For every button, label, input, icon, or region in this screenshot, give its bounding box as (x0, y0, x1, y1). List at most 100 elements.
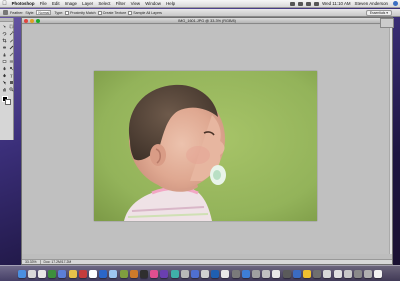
clone-stamp-icon (3, 52, 5, 56)
type-icon: T (10, 73, 13, 78)
history-brush-icon (9, 52, 13, 56)
collapsed-panel-dock[interactable] (380, 18, 394, 28)
tool-blur[interactable] (1, 65, 7, 71)
dock-app-icon[interactable] (272, 269, 281, 278)
style-select[interactable]: Normal (36, 10, 52, 15)
volume-icon[interactable] (305, 1, 311, 6)
background-color-swatch[interactable] (5, 99, 11, 105)
tool-crop[interactable] (1, 37, 7, 43)
zoom-level[interactable]: 33.33% (22, 260, 41, 264)
dock-app-icon[interactable] (231, 269, 240, 278)
feather-label: Feather: (10, 10, 24, 15)
dock-app-icon[interactable] (48, 269, 57, 278)
menu-filter[interactable]: Filter (113, 1, 128, 6)
bluetooth-icon[interactable] (289, 1, 295, 6)
dock-app-icon[interactable] (68, 269, 77, 278)
dock-app-icon[interactable] (302, 269, 311, 278)
menu-view[interactable]: View (128, 1, 143, 6)
dock-app-icon[interactable] (323, 269, 332, 278)
dock-app-icon[interactable] (170, 269, 179, 278)
dock-app-icon[interactable] (150, 269, 159, 278)
menu-user[interactable]: Steven Anderson (353, 1, 390, 6)
menu-select[interactable]: Select (96, 1, 113, 6)
tool-eraser[interactable] (1, 58, 7, 64)
menu-clock[interactable]: Wed 11:10 AM (320, 1, 352, 6)
tool-dodge[interactable] (8, 65, 14, 71)
dodge-icon (9, 66, 13, 70)
dock-app-icon[interactable] (333, 269, 342, 278)
dock-app-icon[interactable] (252, 269, 261, 278)
tool-hand[interactable] (1, 86, 7, 92)
tool-shape[interactable] (8, 79, 14, 85)
dock-app-icon[interactable] (343, 269, 352, 278)
vertical-scrollbar[interactable] (389, 25, 392, 254)
create-texture-radio[interactable] (97, 10, 102, 15)
tool-move[interactable] (1, 23, 7, 29)
tool-zoom[interactable] (8, 86, 14, 92)
path-select-icon (2, 80, 6, 85)
dock-app-icon[interactable] (99, 269, 108, 278)
menu-edit[interactable]: Edit (49, 1, 62, 6)
brush-icon (9, 45, 13, 49)
dock-app-icon[interactable] (313, 269, 322, 278)
wifi-icon[interactable] (297, 1, 303, 6)
apple-menu-icon[interactable]:  (0, 1, 9, 7)
dock-app-icon[interactable] (89, 269, 98, 278)
document-title-bar[interactable]: IMG_1601.JPG @ 33.3% (RGB/8) (22, 18, 392, 24)
menu-image[interactable]: Image (62, 1, 79, 6)
dock-app-icon[interactable] (353, 269, 362, 278)
tool-marquee[interactable] (8, 23, 14, 29)
tool-pen[interactable] (1, 72, 7, 78)
tool-history-brush[interactable] (8, 51, 14, 57)
dock-app-icon[interactable] (38, 269, 47, 278)
dock-app-icon[interactable] (262, 269, 271, 278)
dock-app-icon[interactable] (119, 269, 128, 278)
dock-app-icon[interactable] (201, 269, 210, 278)
sample-all-layers-checkbox[interactable] (128, 10, 133, 15)
tool-gradient[interactable] (8, 58, 14, 64)
proximity-match-radio[interactable] (65, 10, 70, 15)
tool-lasso[interactable] (1, 30, 7, 36)
dock-app-icon[interactable] (17, 269, 26, 278)
dock-app-icon[interactable] (364, 269, 373, 278)
tool-preset-icon[interactable] (3, 10, 8, 15)
dock-app-icon[interactable] (282, 269, 291, 278)
photo-baby-profile[interactable] (94, 71, 317, 221)
dock-app-icon[interactable] (129, 269, 138, 278)
healing-brush-icon (2, 46, 6, 48)
workspace-button[interactable]: Essentials ▾ (365, 9, 392, 16)
dock-app-icon[interactable] (27, 269, 36, 278)
tool-healing-brush[interactable] (1, 44, 7, 50)
dock-app-icon[interactable] (160, 269, 169, 278)
tool-path-select[interactable] (1, 79, 7, 85)
status-bar: 33.33% Doc: 17.2M/17.2M (22, 259, 392, 264)
canvas-area[interactable] (22, 25, 392, 254)
dock-app-icon[interactable] (221, 269, 230, 278)
battery-icon[interactable] (313, 1, 319, 6)
dock-app-icon[interactable] (180, 269, 189, 278)
tool-eyedropper[interactable] (8, 37, 14, 43)
eyedropper-icon (9, 39, 13, 42)
dock-app-icon[interactable] (109, 269, 118, 278)
menu-file[interactable]: File (37, 1, 49, 6)
spotlight-icon[interactable] (393, 1, 398, 6)
menu-app[interactable]: Photoshop (9, 1, 37, 6)
dock-app-icon[interactable] (190, 269, 199, 278)
marquee-icon (9, 24, 13, 28)
menu-help[interactable]: Help (164, 1, 178, 6)
tool-brush[interactable] (8, 44, 14, 50)
tool-magic-wand[interactable] (8, 30, 14, 36)
dock-app-icon[interactable] (211, 269, 220, 278)
document-window: IMG_1601.JPG @ 33.3% (RGB/8) 33.33% Doc:… (21, 17, 393, 265)
dock-app-icon[interactable] (241, 269, 250, 278)
dock-app-icon[interactable] (292, 269, 301, 278)
tool-clone-stamp[interactable] (1, 51, 7, 57)
dock-app-icon[interactable] (58, 269, 67, 278)
dock-app-icon[interactable] (139, 269, 148, 278)
dock-app-icon[interactable] (78, 269, 87, 278)
menu-layer[interactable]: Layer (80, 1, 96, 6)
create-texture-label: Create Texture (102, 10, 127, 15)
dock-app-icon[interactable] (374, 269, 383, 278)
tool-type[interactable]: T (8, 72, 14, 78)
menu-window[interactable]: Window (143, 1, 164, 6)
